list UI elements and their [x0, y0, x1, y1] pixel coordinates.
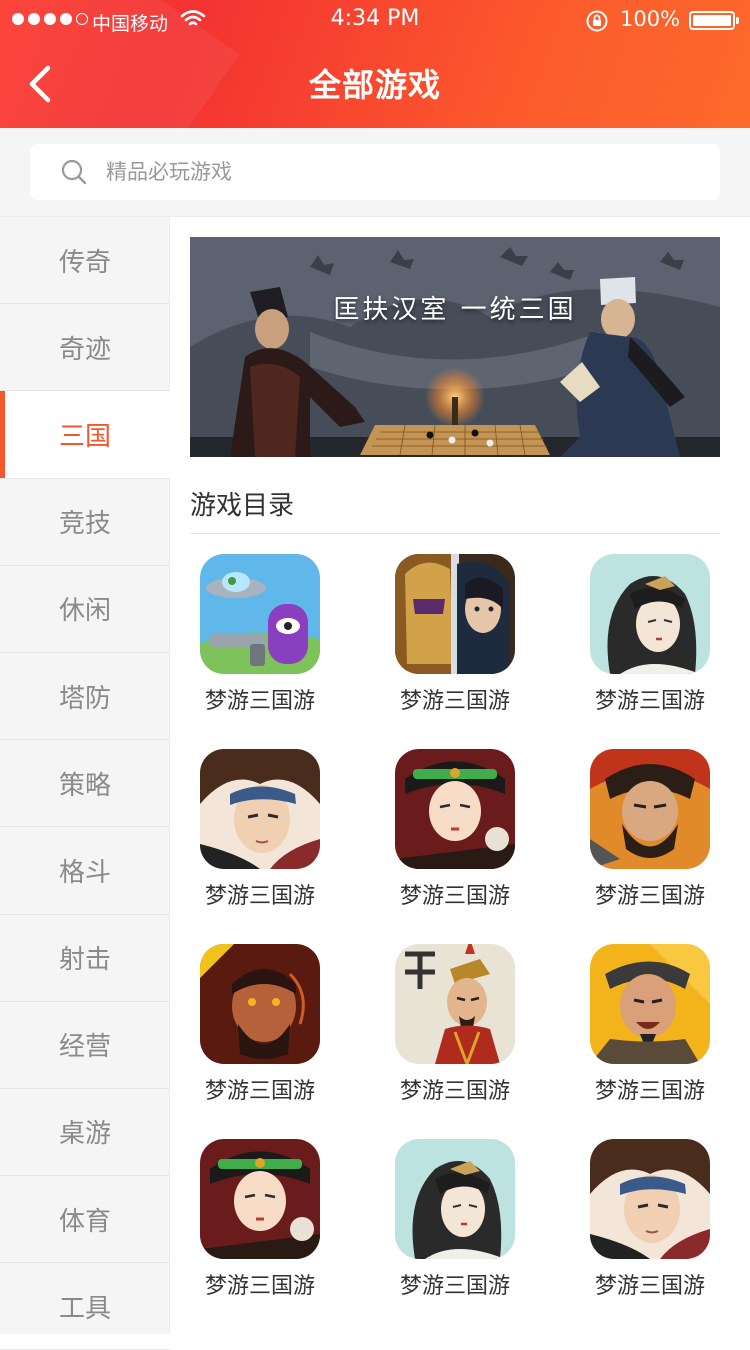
game-name: 梦游三国游 [594, 884, 705, 909]
bearded-general-icon[interactable] [590, 749, 710, 869]
sidebar-item-zhuoyou[interactable]: 桌游 [0, 1089, 170, 1177]
main-content: 匡扶汉室 一统三国 游戏目录 梦游三国游 梦游三国游 梦游三国游 梦游三国游 梦… [171, 217, 750, 1334]
status-bar: 中国移动 4:34 PM 100% [0, 0, 750, 40]
game-name: 梦游三国游 [399, 1079, 510, 1104]
banner-artwork-icon [190, 237, 720, 457]
young-hero-icon[interactable] [590, 1139, 710, 1259]
sidebar-item-tafang[interactable]: 塔防 [0, 653, 170, 741]
sidebar-item-jingying[interactable]: 经营 [0, 1002, 170, 1089]
category-sidebar: 传奇 奇迹 三国 竞技 休闲 塔防 策略 格斗 射击 经营 桌游 体育 工具 [0, 217, 170, 1350]
navigation-bar: 全部游戏 [0, 40, 750, 128]
game-name: 梦游三国游 [204, 689, 315, 714]
search-icon [60, 158, 88, 190]
promo-banner[interactable]: 匡扶汉室 一统三国 [190, 237, 720, 457]
sidebar-item-sheji[interactable]: 射击 [0, 915, 170, 1002]
header-bar: 中国移动 4:34 PM 100% 全部游戏 [0, 0, 750, 128]
rotation-lock-icon [585, 9, 609, 37]
princess-anniversary-icon[interactable] [200, 1139, 320, 1259]
sidebar-item-gongju[interactable]: 工具 [0, 1263, 170, 1350]
search-input[interactable] [106, 144, 686, 200]
page-title: 全部游戏 [308, 66, 441, 104]
game-name: 梦游三国游 [594, 1079, 705, 1104]
game-name: 梦游三国游 [594, 1274, 705, 1299]
cartoon-ufo-icon[interactable] [200, 554, 320, 674]
game-name: 梦游三国游 [594, 689, 705, 714]
sidebar-item-xiuxian[interactable]: 休闲 [0, 566, 170, 653]
knight-warrior-icon[interactable] [395, 554, 515, 674]
battery-percent: 100% [620, 7, 681, 31]
sidebar-item-sanguo[interactable]: 三国 [0, 391, 170, 479]
lady-sketch-icon[interactable] [395, 1139, 515, 1259]
han-general-icon[interactable] [395, 944, 515, 1064]
banner-slogan: 匡扶汉室 一统三国 [333, 295, 577, 325]
lady-sketch-icon[interactable] [590, 554, 710, 674]
search-box[interactable] [30, 144, 720, 200]
game-name: 梦游三国游 [399, 1274, 510, 1299]
battery-icon [689, 11, 739, 30]
game-name: 梦游三国游 [204, 884, 315, 909]
search-area [0, 128, 750, 217]
princess-anniversary-icon[interactable] [395, 749, 515, 869]
sidebar-item-gedou[interactable]: 格斗 [0, 827, 170, 915]
section-title: 游戏目录 [190, 491, 295, 521]
young-hero-icon[interactable] [200, 749, 320, 869]
laughing-strategist-icon[interactable] [590, 944, 710, 1064]
sidebar-item-qiji[interactable]: 奇迹 [0, 304, 170, 392]
sidebar-item-tiyu[interactable]: 体育 [0, 1176, 170, 1264]
sidebar-item-jingji[interactable]: 竞技 [0, 479, 170, 566]
game-name: 梦游三国游 [399, 884, 510, 909]
game-name: 梦游三国游 [204, 1079, 315, 1104]
sidebar-item-celue[interactable]: 策略 [0, 740, 170, 828]
divider [190, 533, 720, 534]
game-name: 梦游三国游 [399, 689, 510, 714]
fierce-warrior-icon[interactable] [200, 944, 320, 1064]
game-name: 梦游三国游 [204, 1274, 315, 1299]
sidebar-item-chuanqi[interactable]: 传奇 [0, 217, 170, 305]
